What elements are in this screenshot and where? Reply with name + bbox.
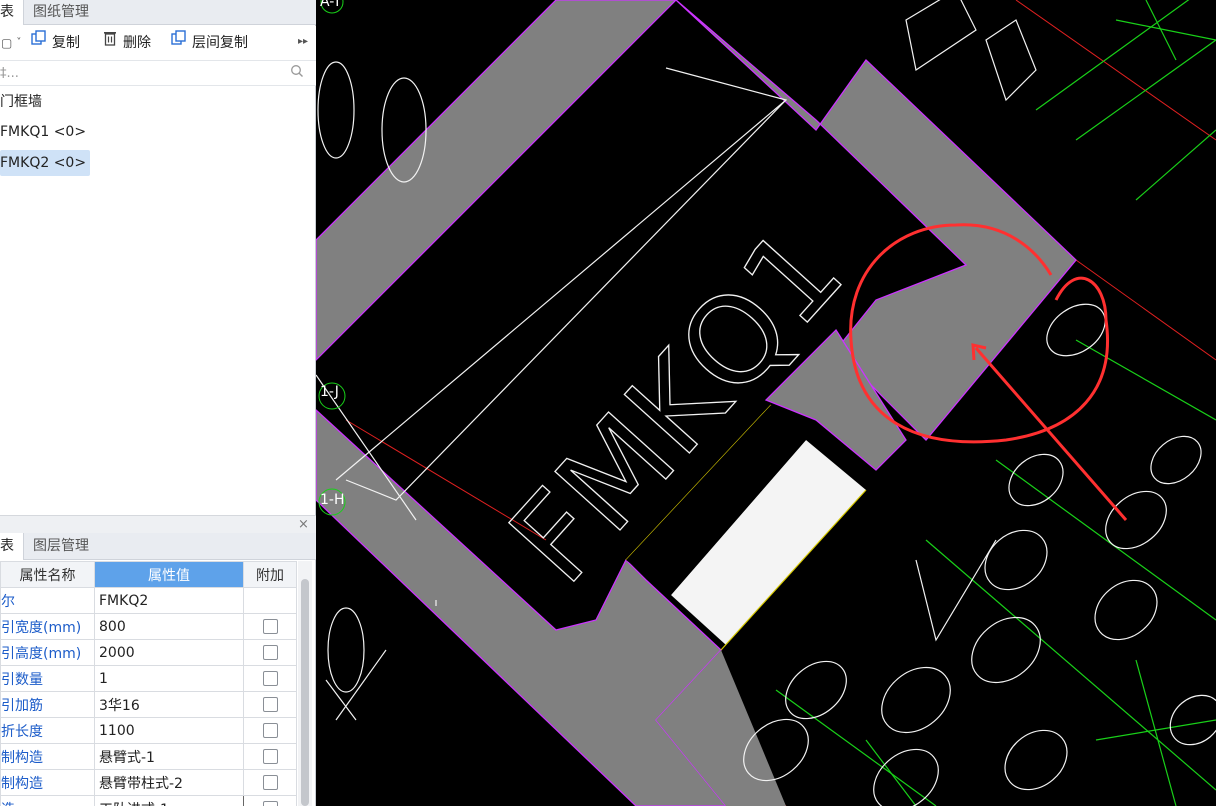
property-value[interactable]: 悬臂式-1 [94,743,244,770]
table-row[interactable]: 引高度(mm) 2000 [0,639,297,666]
attach-cell [243,587,297,614]
axis-label-top: A-T [320,0,342,10]
property-name: 引高度(mm) [0,639,95,666]
tree-item-fmkq1[interactable]: FMKQ1 <0> [0,119,86,145]
property-value[interactable]: 1100 [94,717,244,744]
axis-label-1-j: 1-J [320,384,339,400]
property-name: 引加筋 [0,691,95,718]
toolbar: ▢ ˅ 复制 删除 层间复制 [0,26,316,60]
tab-drawing-management[interactable]: 图纸管理 [33,0,97,25]
copy-label: 复制 [52,35,80,51]
property-value[interactable]: 工队进式-1 [94,795,244,806]
tree-item-label: FMKQ1 <0> [0,124,87,140]
tab-property-list[interactable]: 表 [0,533,24,560]
chevron-down-icon: ˅ [16,37,22,48]
new-dropdown-icon: ▢ [1,36,13,50]
attach-checkbox[interactable] [262,619,278,634]
property-value[interactable]: FMKQ2 [94,587,244,614]
attach-checkbox[interactable] [262,723,278,738]
property-name: 折长度 [0,717,95,744]
attach-cell [243,613,297,640]
attach-checkbox[interactable] [262,749,278,764]
attach-checkbox[interactable] [262,697,278,712]
trash-icon [101,26,119,60]
attach-checkbox[interactable] [262,801,278,806]
pane-splitter[interactable] [0,515,316,533]
attach-checkbox[interactable] [262,671,278,686]
property-value[interactable]: 800 [94,613,244,640]
property-name: 尔 [0,587,95,614]
cad-canvas[interactable]: FMKQ1 1-J 1-H A-T [316,0,1216,806]
floor-copy-label: 层间复制 [192,35,248,51]
property-scrollbar[interactable] [298,561,312,806]
floor-copy-button[interactable]: 层间复制 [170,26,248,60]
property-value[interactable]: 3华16 [94,691,244,718]
top-tabbar: 表 图纸管理 [0,0,316,25]
tree-group-door-frame-wall[interactable]: 门框墙 [0,89,42,115]
property-name: 引宽度(mm) [0,613,95,640]
property-value[interactable]: 悬臂带柱式-2 [94,769,244,796]
attach-cell [243,639,297,666]
new-dropdown-button[interactable]: ▢ ˅ [0,26,22,60]
attach-cell [243,717,297,744]
table-row[interactable]: 制构造 悬臂带柱式-2 [0,769,297,796]
table-row[interactable]: 引数量 1 [0,665,297,692]
tab-layer-management[interactable]: 图层管理 [33,533,97,560]
table-row[interactable]: 制构造 悬臂式-1 [0,743,297,770]
table-row[interactable]: 引宽度(mm) 800 [0,613,297,640]
attach-cell [243,743,297,770]
search-bar [0,60,316,86]
delete-label: 删除 [123,35,151,51]
table-row[interactable]: 引加筋 3华16 [0,691,297,718]
property-name: 制构造 [0,743,95,770]
scrollbar-thumb[interactable] [301,579,309,806]
property-table: 属性名称 属性值 附加 尔 FMKQ2 引宽度(mm) 800 引高度(mm) … [0,561,297,806]
axis-label-1-h: 1-H [320,492,345,508]
property-value[interactable]: 2000 [94,639,244,666]
search-input[interactable] [0,63,280,83]
bottom-tabbar: 表 图层管理 [0,533,316,560]
copy-icon [30,26,48,60]
toolbar-more-button[interactable]: ▸▸ [298,36,308,47]
attach-checkbox[interactable] [262,645,278,660]
attach-cell [243,691,297,718]
attach-checkbox[interactable] [262,775,278,790]
property-name: 制构造 [0,769,95,796]
property-name: 造 [0,795,95,806]
table-row[interactable]: 尔 FMKQ2 [0,587,297,614]
property-value[interactable]: 1 [94,665,244,692]
left-panel: 表 图纸管理 ▢ ˅ 复制 删除 层间复制 ▸▸ ‡... 门框墙 FMKQ1 … [0,0,316,806]
close-icon[interactable]: × [298,517,309,532]
property-name: 引数量 [0,665,95,692]
tab-component-list[interactable]: 表 [0,0,24,25]
cad-drawing: FMKQ1 [316,0,1216,806]
header-property-value: 属性值 [94,561,244,588]
header-property-name: 属性名称 [0,561,95,588]
property-table-header: 属性名称 属性值 附加 [0,561,297,588]
attach-cell [243,795,297,806]
table-row[interactable]: 折长度 1100 [0,717,297,744]
header-attach: 附加 [243,561,297,588]
attach-cell [243,769,297,796]
attach-cell [243,665,297,692]
tree-item-fmkq2[interactable]: FMKQ2 <0> [0,150,90,176]
search-icon[interactable] [290,64,304,82]
table-row[interactable]: 造 工队进式-1 [0,795,297,806]
delete-button[interactable]: 删除 [101,26,151,60]
copy-button[interactable]: 复制 [30,26,80,60]
tree-item-label: FMKQ2 <0> [0,155,87,171]
tree-group-label: 门框墙 [0,94,42,110]
floor-copy-icon [170,26,188,60]
